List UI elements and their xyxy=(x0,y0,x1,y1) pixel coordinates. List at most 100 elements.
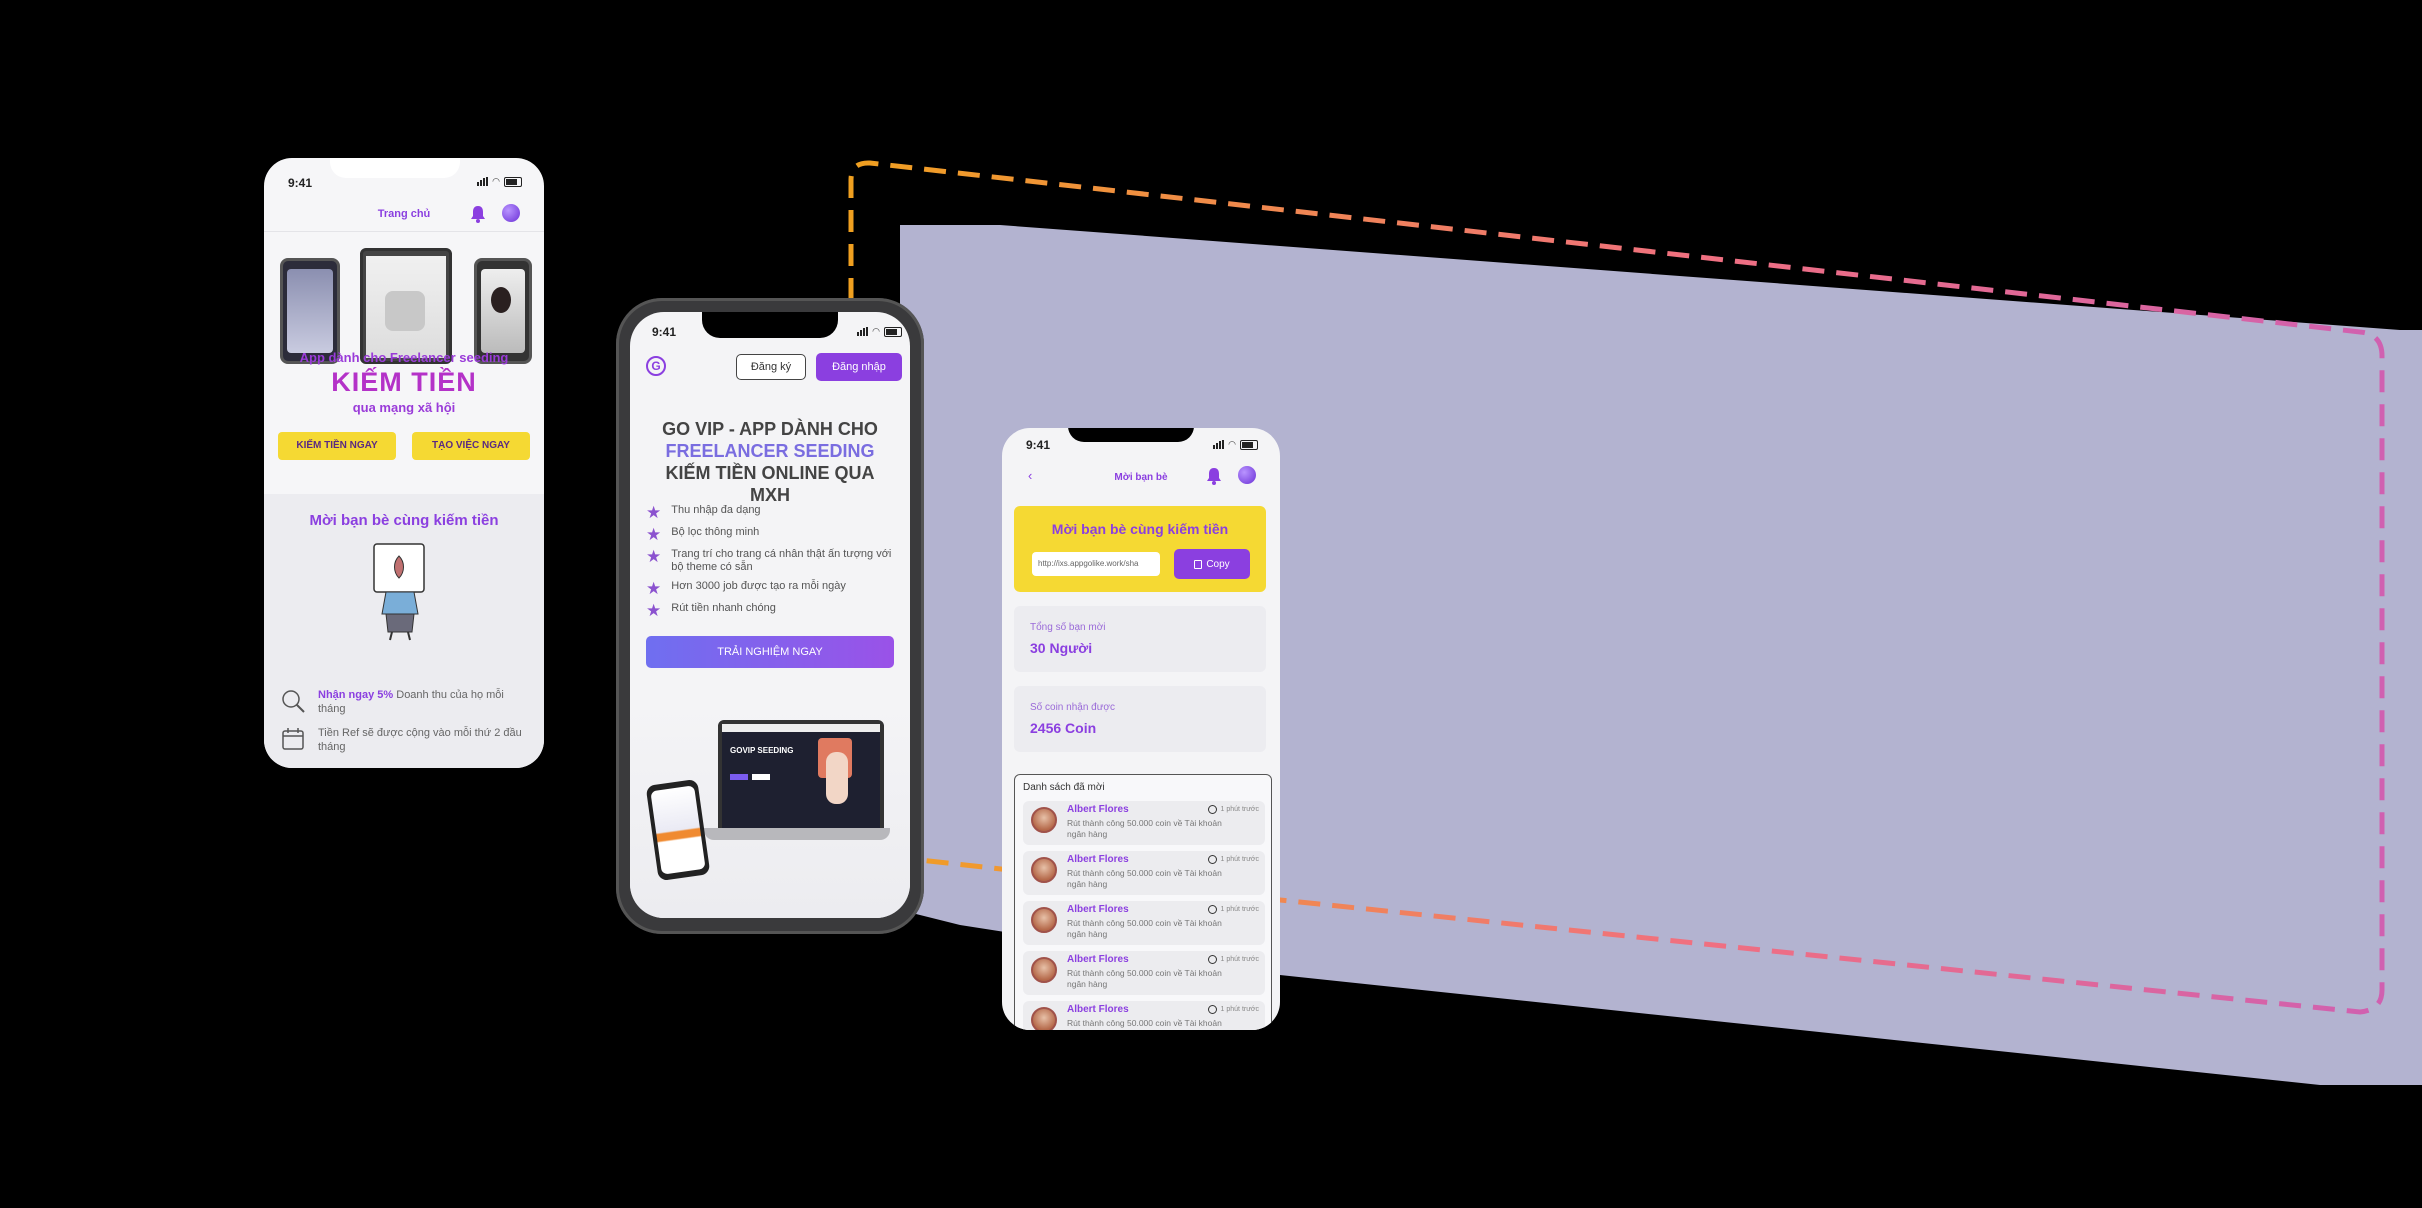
phone-invite-screen: 9:41 ◠ ‹ Mời bạn bè Mời bạn bè cùng kiếm… xyxy=(1002,428,1280,1030)
headline-part1: GO VIP - APP DÀNH CHO xyxy=(662,419,878,439)
invitee-time: 1 phút trước xyxy=(1220,956,1259,963)
divider xyxy=(264,231,544,232)
magnifier-icon xyxy=(282,690,305,713)
copy-button[interactable]: Copy xyxy=(1174,549,1250,579)
invitee-desc: Rút thành công 50.000 coin về Tài khoản … xyxy=(1067,918,1222,939)
feature-label: Bộ lọc thông minh xyxy=(671,526,760,538)
screenshot-collage xyxy=(278,248,532,364)
list-item[interactable]: Albert Flores Rút thành công 50.000 coin… xyxy=(1023,851,1265,895)
invitee-desc: Rút thành công 50.000 coin về Tài khoản … xyxy=(1067,868,1222,889)
laptop-screen: GOVIP SEEDING xyxy=(718,720,884,834)
wifi-icon: ◠ xyxy=(492,176,500,186)
invitee-desc: Rút thành công 50.000 coin về Tài khoản … xyxy=(1067,968,1222,989)
invitee-desc: Rút thành công 50.000 coin về Tài khoản … xyxy=(1067,1018,1222,1030)
feature-item: ★ Thu nhập đa dạng xyxy=(646,504,761,521)
bell-icon[interactable] xyxy=(470,205,486,223)
invitee-name: Albert Flores xyxy=(1067,904,1129,915)
app-logo[interactable]: G xyxy=(646,356,666,376)
copy-icon xyxy=(1194,559,1203,569)
total-invited-card xyxy=(1014,606,1266,672)
laptop-screen-text: GOVIP SEEDING xyxy=(730,746,794,755)
benefit-2: Tiền Ref sẽ được cộng vào mỗi thứ 2 đầu … xyxy=(318,727,522,753)
mini-phone xyxy=(645,778,711,882)
earn-now-button[interactable]: KIẾM TIỀN NGAY xyxy=(278,432,396,460)
feature-label: Rút tiền nhanh chóng xyxy=(671,602,776,614)
avatar[interactable] xyxy=(1238,466,1256,484)
copy-label: Copy xyxy=(1206,558,1230,570)
invitee-name: Albert Flores xyxy=(1067,954,1129,965)
headline-highlight: FREELANCER SEEDING xyxy=(665,441,875,461)
benefit-1-highlight: Nhận ngay 5% xyxy=(318,689,394,701)
status-time: 9:41 xyxy=(1026,438,1051,452)
invitee-time: 1 phút trước xyxy=(1220,906,1259,913)
invitee-desc: Rút thành công 50.000 coin về Tài khoản … xyxy=(1067,818,1222,839)
invited-list-title: Danh sách đã mời xyxy=(1023,782,1105,793)
hero-title: KIẾM TIỀN xyxy=(331,367,477,397)
devices-illustration: GOVIP SEEDING xyxy=(630,702,910,918)
battery-icon xyxy=(1240,439,1258,450)
mini-phone xyxy=(280,258,340,364)
star-icon: ★ xyxy=(646,579,662,598)
clock-icon xyxy=(1207,905,1217,914)
coin-label: Số coin nhận được xyxy=(1030,702,1115,713)
bell-icon[interactable] xyxy=(1206,467,1222,485)
clock-icon xyxy=(1207,855,1217,864)
invite-title: Mời bạn bè cùng kiếm tiền xyxy=(1051,521,1229,537)
laptop-base xyxy=(704,828,890,840)
notch xyxy=(330,158,460,178)
clock-icon xyxy=(1207,955,1217,964)
avatar xyxy=(1031,957,1057,983)
star-icon: ★ xyxy=(646,525,662,544)
invitee-name: Albert Flores xyxy=(1067,804,1129,815)
invite-title: Mời bạn bè cùng kiếm tiền xyxy=(309,512,499,529)
coin-value: 2456 Coin xyxy=(1030,720,1097,736)
clock-icon xyxy=(1207,805,1217,814)
headline-part2: KIẾM TIỀN ONLINE QUA MXH xyxy=(665,463,875,505)
benefit-1: Nhận ngay 5% Doanh thu của họ mỗi tháng xyxy=(318,688,530,716)
battery-icon xyxy=(884,326,902,337)
person-with-board-illustration xyxy=(373,543,425,641)
star-icon: ★ xyxy=(646,503,662,522)
phone-home-screen: 9:41 ◠ Trang chủ App dành cho Freelancer… xyxy=(264,158,544,768)
feature-item: ★ Bộ lọc thông minh xyxy=(646,526,759,543)
feature-item: ★ Hơn 3000 job được tạo ra mỗi ngày xyxy=(646,580,846,597)
feature-label: Hơn 3000 job được tạo ra mỗi ngày xyxy=(671,580,846,592)
invitee-time: 1 phút trước xyxy=(1220,1006,1259,1013)
login-button[interactable]: Đăng nhập xyxy=(816,353,902,381)
coin-card xyxy=(1014,686,1266,752)
invitee-name: Albert Flores xyxy=(1067,1004,1129,1015)
try-now-button[interactable]: TRẢI NGHIỆM NGAY xyxy=(646,636,894,668)
invitee-time: 1 phút trước xyxy=(1220,856,1259,863)
notch xyxy=(1068,428,1194,442)
status-time: 9:41 xyxy=(652,325,677,339)
star-icon: ★ xyxy=(646,547,662,566)
status-time: 9:41 xyxy=(288,176,313,190)
avatar xyxy=(1031,857,1057,883)
list-item[interactable]: Albert Flores Rút thành công 50.000 coin… xyxy=(1023,1001,1265,1030)
battery-icon xyxy=(504,176,522,187)
feature-item: ★ Trang trí cho trang cá nhân thật ấn tượ… xyxy=(646,548,892,574)
avatar[interactable] xyxy=(502,204,520,222)
status-bar: 9:41 ◠ xyxy=(264,158,544,198)
star-icon: ★ xyxy=(646,601,662,620)
status-bar: 9:41 ◠ xyxy=(630,312,910,352)
total-invited-value: 30 Người xyxy=(1030,640,1093,656)
calendar-icon xyxy=(282,728,304,750)
mini-phone xyxy=(360,248,452,364)
clock-icon xyxy=(1207,1005,1217,1014)
create-job-button[interactable]: TẠO VIỆC NGAY xyxy=(412,432,530,460)
ref-link-field[interactable]: http://ixs.appgolike.work/sha xyxy=(1032,552,1160,576)
register-button[interactable]: Đăng ký xyxy=(736,354,806,380)
list-item[interactable]: Albert Flores Rút thành công 50.000 coin… xyxy=(1023,901,1265,945)
list-item[interactable]: Albert Flores Rút thành công 50.000 coin… xyxy=(1023,801,1265,845)
avatar xyxy=(1031,1007,1057,1030)
feature-label: Trang trí cho trang cá nhân thật ấn tượn… xyxy=(671,548,892,573)
invited-list: Danh sách đã mời Albert Flores Rút thành… xyxy=(1014,774,1272,1030)
hero-tagline: qua mạng xã hội xyxy=(352,400,456,415)
avatar xyxy=(1031,907,1057,933)
mini-phone xyxy=(474,258,532,364)
status-indicators: ◠ xyxy=(477,176,522,187)
feature-label: Thu nhập đa dạng xyxy=(671,504,761,516)
status-bar: 9:41 ◠ xyxy=(1002,428,1280,468)
list-item[interactable]: Albert Flores Rút thành công 50.000 coin… xyxy=(1023,951,1265,995)
